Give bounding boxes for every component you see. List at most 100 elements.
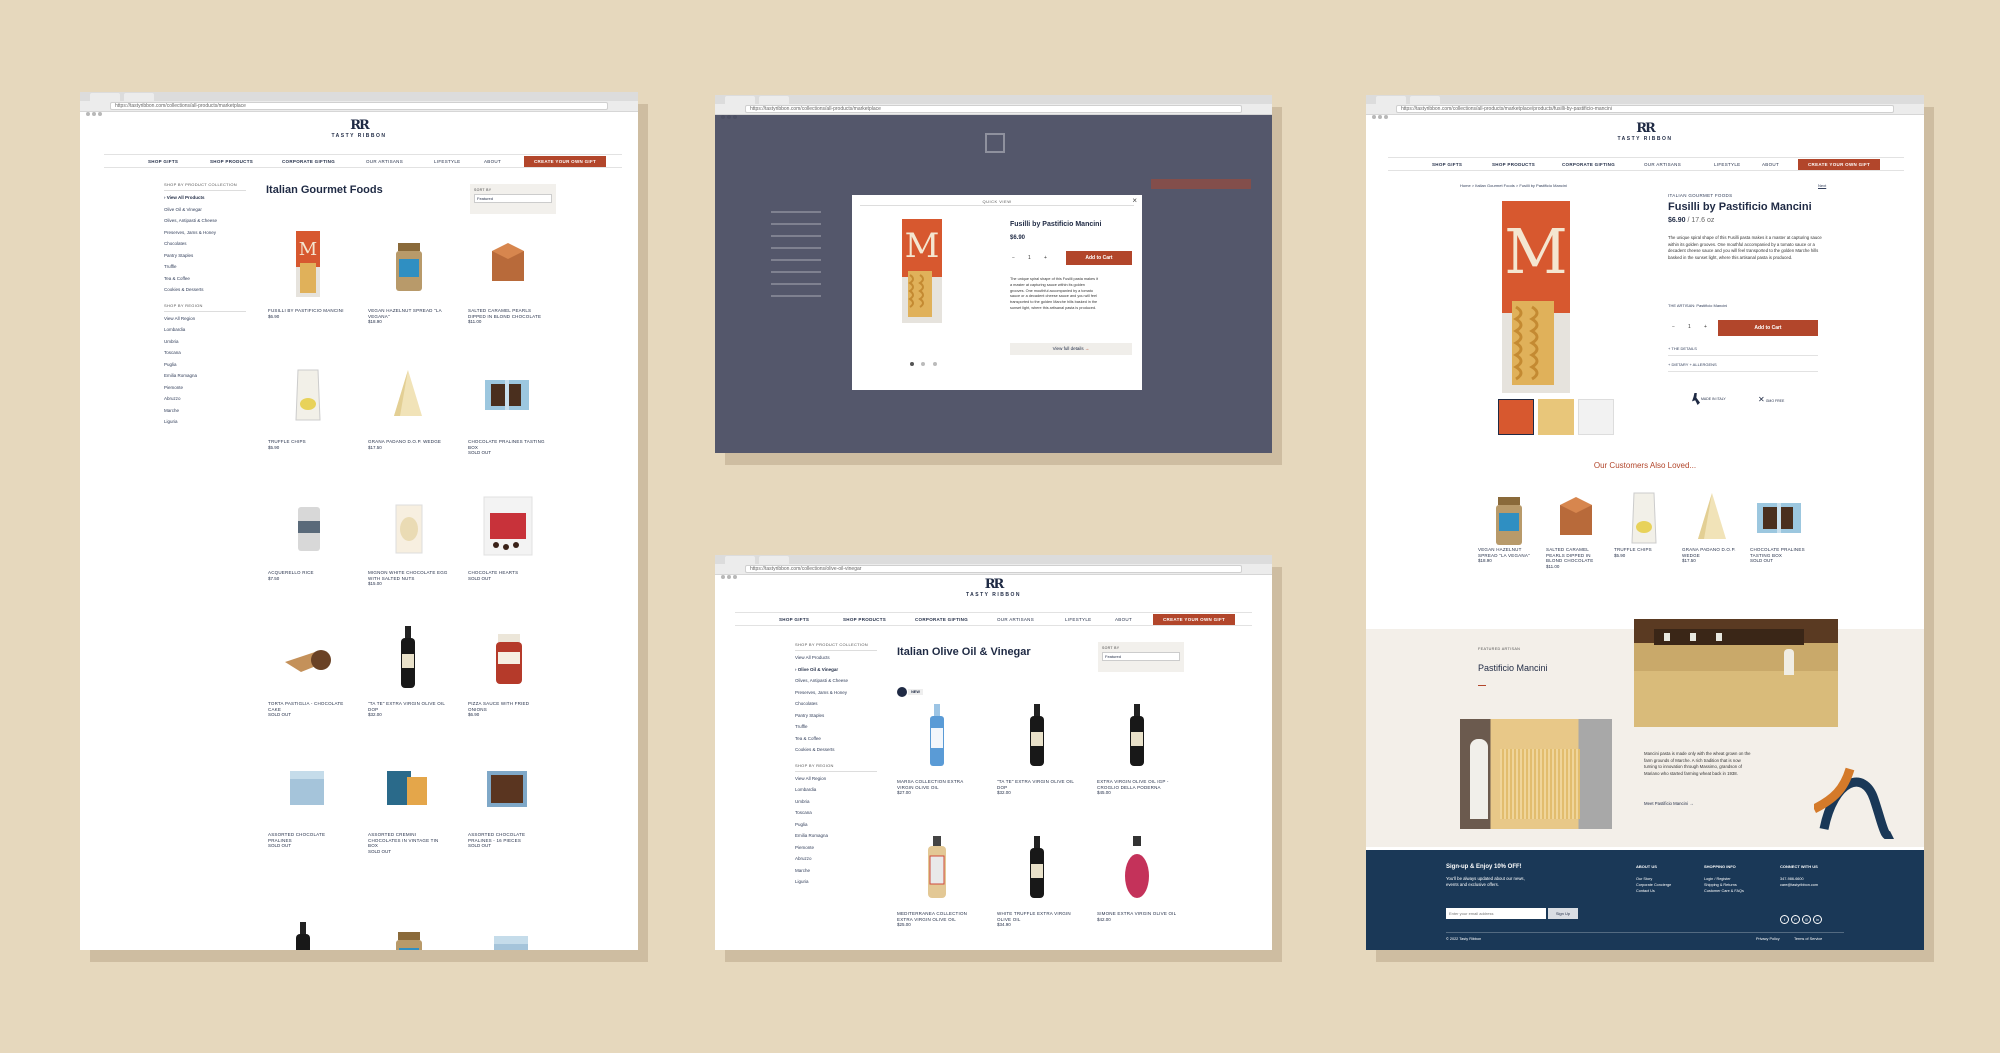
- sort-control[interactable]: SORT BY Featured: [470, 184, 556, 214]
- product-image[interactable]: [1614, 492, 1674, 544]
- product-card[interactable]: MARSA COLLECTION EXTRA VIRGIN OLIVE OIL $…: [897, 695, 977, 796]
- product-card[interactable]: ASSORTED CHOCOLATE PRALINES - 16 PIECES S…: [468, 748, 548, 848]
- product-name[interactable]: VEGAN HAZELNUT SPREAD "LA VEGANA": [368, 308, 448, 319]
- product-image-partial[interactable]: [388, 918, 428, 950]
- product-image[interactable]: [897, 695, 977, 775]
- product-card[interactable]: SALTED CARAMEL PEARLS DIPPED IN BLOND CH…: [468, 224, 548, 325]
- sidebar-item-region-5[interactable]: Emilia Romagna: [164, 373, 246, 385]
- product-name[interactable]: ASSORTED CHOCOLATE PRALINES - 16 PIECES: [468, 832, 548, 843]
- accordion-details[interactable]: + THE DETAILS: [1668, 343, 1818, 356]
- sidebar-item-collection-1[interactable]: › Olive Oil & Vinegar: [795, 667, 877, 679]
- product-name[interactable]: PIZZA SAUCE WITH FRIED ONIONS: [468, 701, 548, 712]
- product-card[interactable]: CHOCOLATE PRALINES TASTING BOX SOLD OUT: [468, 355, 548, 455]
- url-bar[interactable]: https://tastyribbon.com/collections/all-…: [1396, 105, 1894, 113]
- sidebar-item-region-7[interactable]: Abruzzo: [164, 396, 246, 408]
- sidebar-item-collection-7[interactable]: Tea & Coffee: [164, 276, 246, 288]
- thumbnail-3[interactable]: [1578, 399, 1614, 435]
- linkedin-icon[interactable]: in: [1813, 915, 1822, 924]
- sort-select[interactable]: Featured: [474, 194, 552, 203]
- qty-decrement[interactable]: −: [1012, 255, 1015, 261]
- product-image[interactable]: [368, 748, 448, 828]
- product-name[interactable]: CHOCOLATE PRALINES TASTING BOX: [468, 439, 548, 450]
- nav-our-artisans[interactable]: OUR ARTISANS: [1644, 162, 1681, 167]
- product-card[interactable]: M FUSILLI BY PASTIFICIO MANCINI $6.90: [268, 224, 348, 320]
- related-product-card[interactable]: CHOCOLATE PRALINES TASTING BOX SOLD OUT: [1750, 493, 1810, 564]
- sidebar-item-region-6[interactable]: Piemonte: [795, 845, 877, 857]
- sidebar-item-region-7[interactable]: Abruzzo: [795, 856, 877, 868]
- product-card[interactable]: PIZZA SAUCE WITH FRIED ONIONS $6.90: [468, 617, 548, 718]
- product-card[interactable]: GRANA PADANO D.O.P. WEDGE $17.50: [368, 355, 448, 451]
- close-icon[interactable]: ×: [1132, 196, 1137, 205]
- product-card[interactable]: VEGAN HAZELNUT SPREAD "LA VEGANA" $18.90: [368, 224, 448, 325]
- product-name[interactable]: SIMONE EXTRA VIRGIN OLIVE OIL: [1097, 911, 1177, 917]
- product-image[interactable]: [368, 486, 448, 566]
- nav-corporate-gifting[interactable]: CORPORATE GIFTING: [915, 617, 968, 622]
- sidebar-item-region-4[interactable]: Puglia: [795, 822, 877, 834]
- qty-input[interactable]: 1: [1028, 255, 1031, 261]
- footer-link[interactable]: Customer Care & FAQs: [1704, 888, 1744, 894]
- product-image[interactable]: [368, 355, 448, 435]
- related-product-card[interactable]: SALTED CARAMEL PEARLS DIPPED IN BLOND CH…: [1546, 493, 1606, 570]
- product-name[interactable]: MIGNON WHITE CHOCOLATE EGG WITH SALTED N…: [368, 570, 448, 581]
- sidebar-item-collection-7[interactable]: Tea & Coffee: [795, 736, 877, 748]
- sidebar-item-region-8[interactable]: Marche: [164, 408, 246, 420]
- product-image[interactable]: [997, 695, 1077, 775]
- next-link[interactable]: Next: [1818, 183, 1826, 188]
- product-image[interactable]: [368, 617, 448, 697]
- view-full-details-link[interactable]: View full details →: [1010, 343, 1132, 355]
- product-image[interactable]: [1750, 493, 1810, 543]
- sidebar-item-collection-6[interactable]: Truffle: [795, 724, 877, 736]
- pinterest-icon[interactable]: P: [1791, 915, 1800, 924]
- site-logo[interactable]: RR TASTY RIBBON: [1366, 121, 1924, 142]
- product-name[interactable]: WHITE TRUFFLE EXTRA VIRGIN OLIVE OIL: [997, 911, 1077, 922]
- product-image[interactable]: [468, 224, 548, 304]
- product-image[interactable]: [468, 486, 548, 566]
- related-product-card[interactable]: VEGAN HAZELNUT SPREAD "LA VEGANA" $18.90: [1478, 493, 1538, 564]
- nav-our-artisans[interactable]: OUR ARTISANS: [366, 159, 403, 164]
- product-card[interactable]: ACQUERELLO RICE $7.50: [268, 486, 348, 582]
- sidebar-item-region-0[interactable]: View All Region: [164, 316, 246, 328]
- url-bar[interactable]: https://tastyribbon.com/collections/all-…: [745, 105, 1242, 113]
- sidebar-item-collection-2[interactable]: Olives, Antipasti & Cheese: [164, 218, 246, 230]
- url-bar[interactable]: https://tastyribbon.com/collections/all-…: [110, 102, 608, 110]
- product-name[interactable]: ASSORTED CREMINI CHOCOLATES IN VINTAGE T…: [368, 832, 448, 849]
- product-name[interactable]: "TA TE" EXTRA VIRGIN OLIVE OIL DOP: [368, 701, 448, 712]
- nav-shop-products[interactable]: SHOP PRODUCTS: [843, 617, 886, 622]
- product-image-partial[interactable]: [488, 918, 528, 950]
- nav-shop-products[interactable]: SHOP PRODUCTS: [210, 159, 253, 164]
- sidebar-item-region-2[interactable]: Umbria: [795, 799, 877, 811]
- nav-shop-gifts[interactable]: SHOP GIFTS: [148, 159, 178, 164]
- sidebar-item-collection-4[interactable]: Chocolates: [164, 241, 246, 253]
- nav-our-artisans[interactable]: OUR ARTISANS: [997, 617, 1034, 622]
- site-logo[interactable]: RR TASTY RIBBON: [715, 577, 1272, 598]
- product-name[interactable]: MEDITERRANEA COLLECTION EXTRA VIRGIN OLI…: [897, 911, 977, 922]
- qty-increment[interactable]: +: [1704, 324, 1707, 330]
- sidebar-item-region-5[interactable]: Emilia Romagna: [795, 833, 877, 845]
- product-name[interactable]: SALTED CARAMEL PEARLS DIPPED IN BLOND CH…: [468, 308, 548, 319]
- sidebar-item-collection-8[interactable]: Cookies & Desserts: [164, 287, 246, 299]
- sidebar-item-collection-3[interactable]: Preserves, Jams & Honey: [795, 690, 877, 702]
- qty-input[interactable]: 1: [1688, 324, 1691, 330]
- create-gift-button[interactable]: CREATE YOUR OWN GIFT: [1798, 159, 1881, 170]
- add-to-cart-button[interactable]: Add to Cart: [1066, 251, 1132, 265]
- sidebar-item-collection-8[interactable]: Cookies & Desserts: [795, 747, 877, 759]
- nav-corporate-gifting[interactable]: CORPORATE GIFTING: [1562, 162, 1615, 167]
- product-name[interactable]: "TA TE" EXTRA VIRGIN OLIVE OIL DOP: [997, 779, 1077, 790]
- nav-about[interactable]: ABOUT: [1762, 162, 1779, 167]
- sort-select[interactable]: Featured: [1102, 652, 1180, 661]
- privacy-link[interactable]: Privacy Policy: [1756, 936, 1780, 942]
- product-image[interactable]: [468, 617, 548, 697]
- facebook-icon[interactable]: f: [1780, 915, 1789, 924]
- product-card[interactable]: "TA TE" EXTRA VIRGIN OLIVE OIL DOP $32.00: [368, 617, 448, 718]
- site-logo[interactable]: RR TASTY RIBBON: [80, 118, 638, 139]
- product-card[interactable]: EXTRA VIRGIN OLIVE OIL IGP - CROGLIO DEL…: [1097, 695, 1177, 796]
- product-card[interactable]: MEDITERRANEA COLLECTION EXTRA VIRGIN OLI…: [897, 827, 977, 928]
- product-image[interactable]: [1478, 493, 1538, 545]
- breadcrumb[interactable]: Home > Italian Gourmet Foods > Fusilli b…: [1460, 183, 1567, 188]
- carousel-dots[interactable]: [910, 353, 937, 371]
- create-gift-button[interactable]: CREATE YOUR OWN GIFT: [524, 156, 607, 167]
- product-name[interactable]: TORTA PASTIGLIA - CHOCOLATE CAKE: [268, 701, 348, 712]
- sidebar-item-collection-2[interactable]: Olives, Antipasti & Cheese: [795, 678, 877, 690]
- product-image[interactable]: [268, 617, 348, 697]
- product-image[interactable]: [897, 827, 977, 907]
